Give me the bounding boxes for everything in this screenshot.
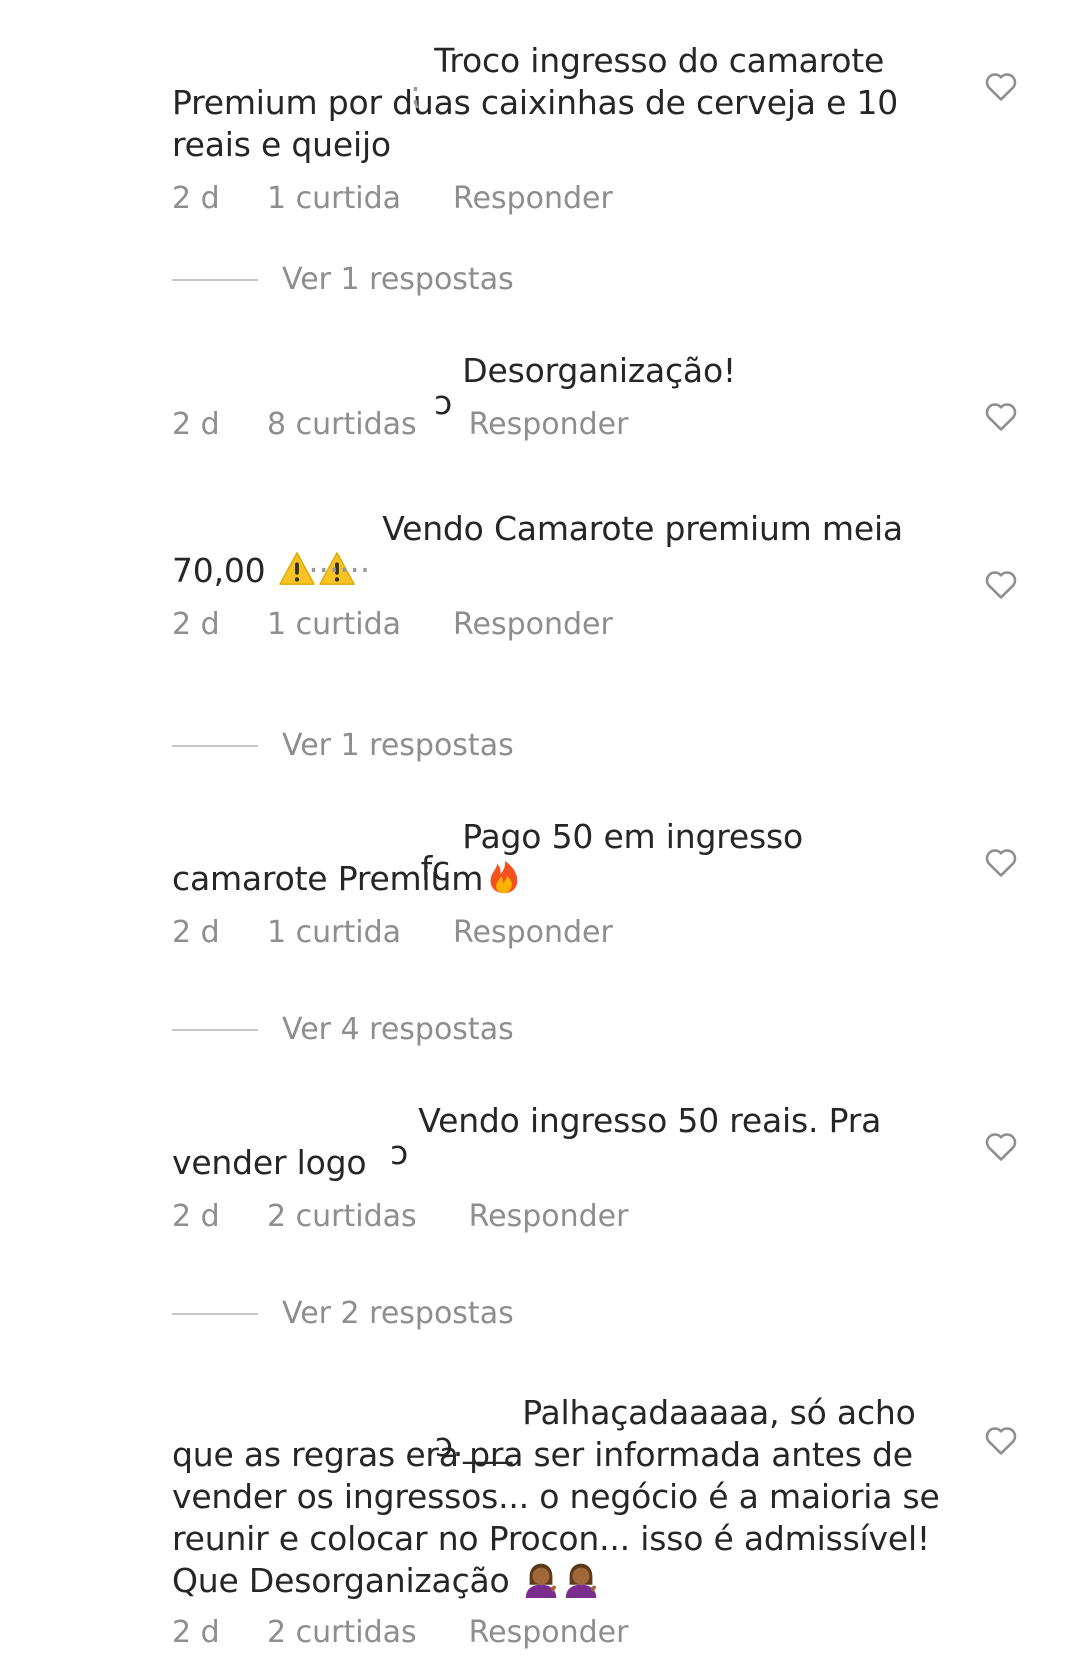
reply-button[interactable]: Responder <box>453 607 613 642</box>
username-remnant: ɔ <box>390 1133 408 1172</box>
reply-button[interactable]: Responder <box>453 181 613 216</box>
replies-divider <box>172 744 258 747</box>
likes-count[interactable]: 8 curtidas <box>267 407 417 442</box>
comment-text: Troco ingresso do camarote Premium por d… <box>172 41 899 164</box>
reply-button[interactable]: Responder <box>469 1615 629 1650</box>
comment: ɔ Vendo ingresso 50 reais. Pra vender lo… <box>172 1100 962 1238</box>
comment-meta: 2 d 1 curtida Responder <box>172 910 962 954</box>
like-heart-icon[interactable] <box>984 400 1018 432</box>
comment-time: 2 d <box>172 914 220 950</box>
view-replies-label: Ver 4 respostas <box>282 1012 514 1047</box>
likes-count[interactable]: 1 curtida <box>267 607 401 642</box>
comment-time: 2 d <box>172 406 220 442</box>
username-remnant: fc <box>420 849 451 888</box>
comment-time: 2 d <box>172 606 220 642</box>
view-replies-button[interactable]: Ver 1 respostas <box>172 728 514 763</box>
comment-time: 2 d <box>172 1614 220 1650</box>
username-remnant: ...... <box>308 541 370 580</box>
comment-body: ⁏ Troco ingresso do camarote Premium por… <box>172 40 962 166</box>
reply-button[interactable]: Responder <box>469 407 629 442</box>
comment: fc Pago 50 em ingresso camarote Premium … <box>172 816 962 954</box>
replies-divider <box>172 1312 258 1315</box>
comment-text: Vendo ingresso 50 reais. Pra vender logo <box>172 1101 882 1182</box>
like-heart-icon[interactable] <box>984 568 1018 600</box>
view-replies-label: Ver 1 respostas <box>282 262 514 297</box>
reply-button[interactable]: Responder <box>469 1199 629 1234</box>
comment-body: fc Pago 50 em ingresso camarote Premium <box>172 816 962 900</box>
likes-count[interactable]: 2 curtidas <box>267 1615 417 1650</box>
comment: ⁏ Troco ingresso do camarote Premium por… <box>172 40 962 220</box>
view-replies-button[interactable]: Ver 1 respostas <box>172 262 514 297</box>
comment-body: ɔ.___ Palhaçadaaaaa, só acho que as regr… <box>172 1392 962 1602</box>
username-remnant: ⁏ <box>409 73 420 112</box>
like-heart-icon[interactable] <box>984 1130 1018 1162</box>
comment-text: Desorganização! <box>462 351 736 390</box>
comment-time: 2 d <box>172 1198 220 1234</box>
like-heart-icon[interactable] <box>984 70 1018 102</box>
replies-divider <box>172 278 258 281</box>
view-replies-label: Ver 2 respostas <box>282 1296 514 1331</box>
woman-tipping-hand-emoji <box>562 1560 600 1598</box>
like-heart-icon[interactable] <box>984 1424 1018 1456</box>
comment-body: ↄ Desorganização! <box>172 350 962 422</box>
username-remnant: ɔ.___ <box>434 1425 512 1464</box>
like-heart-icon[interactable] <box>984 846 1018 878</box>
comment-time: 2 d <box>172 180 220 216</box>
woman-tipping-hand-emoji <box>522 1560 560 1598</box>
comment-body: ...... Vendo Camarote premium meia 70,00 <box>172 508 962 592</box>
likes-count[interactable]: 1 curtida <box>267 915 401 950</box>
comment: ...... Vendo Camarote premium meia 70,00… <box>172 508 962 646</box>
view-replies-button[interactable]: Ver 4 respostas <box>172 1012 514 1047</box>
likes-count[interactable]: 2 curtidas <box>267 1199 417 1234</box>
comment: ↄ Desorganização! 2 d 8 curtidas Respond… <box>172 350 962 446</box>
likes-count[interactable]: 1 curtida <box>267 181 401 216</box>
comment-meta: 2 d 1 curtida Responder <box>172 602 962 646</box>
replies-divider <box>172 1028 258 1031</box>
comment-meta: 2 d 2 curtidas Responder <box>172 1194 962 1238</box>
view-replies-label: Ver 1 respostas <box>282 728 514 763</box>
comment-meta: 2 d 2 curtidas Responder <box>172 1610 962 1654</box>
comment-body: ɔ Vendo ingresso 50 reais. Pra vender lo… <box>172 1100 962 1184</box>
username-remnant: ↄ <box>434 383 452 422</box>
comment: ɔ.___ Palhaçadaaaaa, só acho que as regr… <box>172 1392 962 1654</box>
fire-emoji <box>485 858 523 896</box>
view-replies-button[interactable]: Ver 2 respostas <box>172 1296 514 1331</box>
comment-meta: 2 d 8 curtidas Responder <box>172 402 962 446</box>
comment-meta: 2 d 1 curtida Responder <box>172 176 962 220</box>
reply-button[interactable]: Responder <box>453 915 613 950</box>
